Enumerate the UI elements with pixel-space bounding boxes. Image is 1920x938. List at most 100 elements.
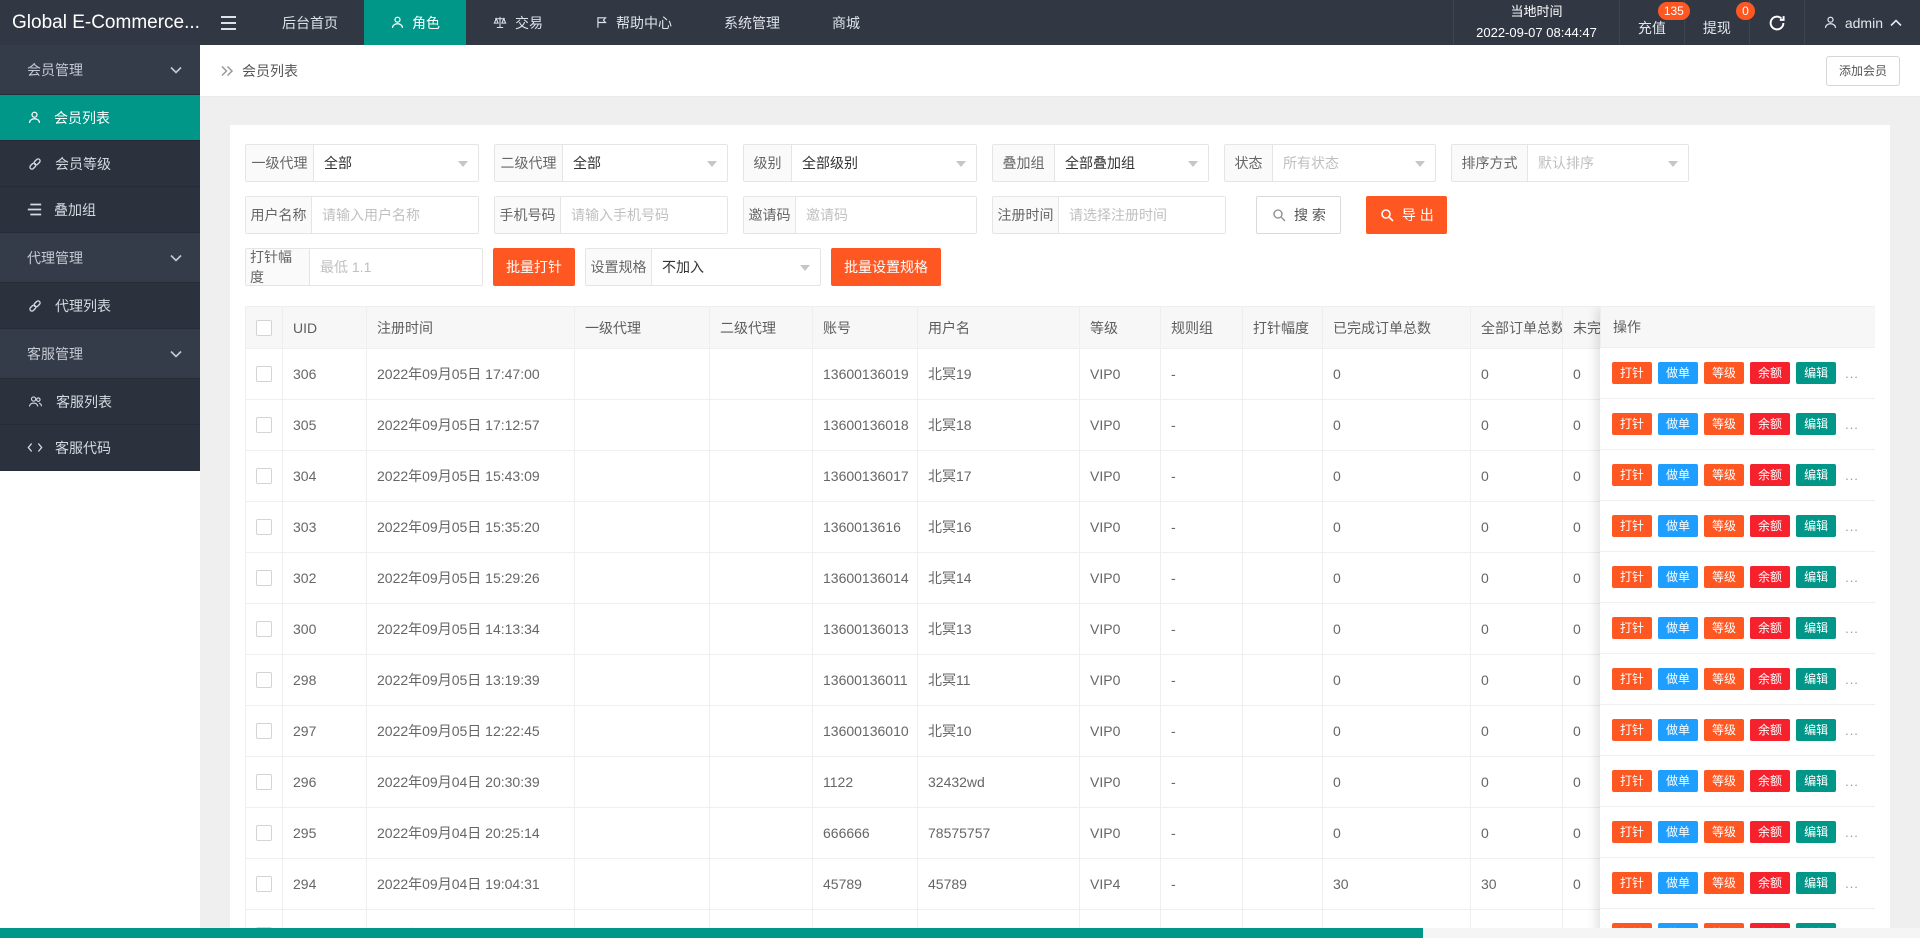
nav-item-system[interactable]: 系统管理	[698, 0, 806, 45]
filter-status-select[interactable]: 所有状态	[1273, 145, 1435, 181]
sidebar-item-member-level[interactable]: 会员等级	[0, 141, 200, 187]
edit-button[interactable]: 编辑	[1796, 362, 1837, 384]
more-actions-button[interactable]: ...	[1845, 672, 1859, 687]
inject-button[interactable]: 打针	[1612, 617, 1653, 639]
row-checkbox[interactable]	[256, 468, 272, 484]
inject-button[interactable]: 打针	[1612, 413, 1653, 435]
level-button[interactable]: 等级	[1704, 617, 1745, 639]
edit-button[interactable]: 编辑	[1796, 617, 1837, 639]
inject-button[interactable]: 打针	[1612, 872, 1653, 894]
make-order-button[interactable]: 做单	[1658, 770, 1699, 792]
edit-button[interactable]: 编辑	[1796, 515, 1837, 537]
row-checkbox[interactable]	[256, 876, 272, 892]
filter-sort-select[interactable]: 默认排序	[1528, 145, 1688, 181]
row-checkbox[interactable]	[256, 417, 272, 433]
row-checkbox[interactable]	[256, 621, 272, 637]
withdraw-button[interactable]: 提现 0	[1683, 0, 1755, 45]
filter-secondary-agent-select[interactable]: 全部	[563, 145, 727, 181]
edit-button[interactable]: 编辑	[1796, 566, 1837, 588]
level-button[interactable]: 等级	[1704, 464, 1745, 486]
horizontal-scrollbar-thumb[interactable]	[0, 928, 1423, 938]
level-button[interactable]: 等级	[1704, 719, 1745, 741]
sidebar-item-agent-list[interactable]: 代理列表	[0, 283, 200, 329]
more-actions-button[interactable]: ...	[1845, 366, 1859, 381]
search-button[interactable]: 搜 索	[1256, 196, 1341, 234]
row-checkbox[interactable]	[256, 519, 272, 535]
edit-button[interactable]: 编辑	[1796, 770, 1837, 792]
make-order-button[interactable]: 做单	[1658, 821, 1699, 843]
inject-amplitude-input[interactable]	[310, 249, 482, 285]
inject-button[interactable]: 打针	[1612, 770, 1653, 792]
inject-button[interactable]: 打针	[1612, 821, 1653, 843]
filter-phone-input[interactable]	[561, 197, 727, 233]
balance-button[interactable]: 余额	[1750, 566, 1791, 588]
inject-button[interactable]: 打针	[1612, 719, 1653, 741]
sidebar-group-service-management[interactable]: 客服管理	[0, 329, 200, 379]
more-actions-button[interactable]: ...	[1845, 723, 1859, 738]
add-member-button[interactable]: 添加会员	[1825, 55, 1900, 86]
recharge-button[interactable]: 充值 135	[1618, 0, 1690, 45]
row-checkbox[interactable]	[256, 672, 272, 688]
filter-primary-agent-select[interactable]: 全部	[314, 145, 478, 181]
nav-item-dashboard[interactable]: 后台首页	[256, 0, 364, 45]
inject-button[interactable]: 打针	[1612, 515, 1653, 537]
edit-button[interactable]: 编辑	[1796, 464, 1837, 486]
balance-button[interactable]: 余额	[1750, 872, 1791, 894]
level-button[interactable]: 等级	[1704, 413, 1745, 435]
edit-button[interactable]: 编辑	[1796, 413, 1837, 435]
refresh-button[interactable]	[1748, 0, 1804, 45]
user-menu[interactable]: admin	[1803, 0, 1920, 45]
sidebar-item-service-list[interactable]: 客服列表	[0, 379, 200, 425]
inject-button[interactable]: 打针	[1612, 566, 1653, 588]
make-order-button[interactable]: 做单	[1658, 872, 1699, 894]
balance-button[interactable]: 余额	[1750, 617, 1791, 639]
level-button[interactable]: 等级	[1704, 872, 1745, 894]
edit-button[interactable]: 编辑	[1796, 872, 1837, 894]
nav-item-trade[interactable]: 交易	[466, 0, 569, 45]
balance-button[interactable]: 余额	[1750, 668, 1791, 690]
make-order-button[interactable]: 做单	[1658, 719, 1699, 741]
more-actions-button[interactable]: ...	[1845, 621, 1859, 636]
select-all-checkbox[interactable]	[256, 319, 272, 336]
sidebar-item-service-code[interactable]: 客服代码	[0, 425, 200, 471]
row-checkbox[interactable]	[256, 825, 272, 841]
more-actions-button[interactable]: ...	[1845, 519, 1859, 534]
filter-level-select[interactable]: 全部级别	[792, 145, 976, 181]
balance-button[interactable]: 余额	[1750, 413, 1791, 435]
more-actions-button[interactable]: ...	[1845, 876, 1859, 891]
sidebar-group-agent-management[interactable]: 代理管理	[0, 233, 200, 283]
inject-button[interactable]: 打针	[1612, 464, 1653, 486]
filter-invite-code-input[interactable]	[796, 197, 976, 233]
balance-button[interactable]: 余额	[1750, 515, 1791, 537]
balance-button[interactable]: 余额	[1750, 821, 1791, 843]
more-actions-button[interactable]: ...	[1845, 825, 1859, 840]
sidebar-group-member-management[interactable]: 会员管理	[0, 45, 200, 95]
row-checkbox[interactable]	[256, 723, 272, 739]
more-actions-button[interactable]: ...	[1845, 468, 1859, 483]
spec-select[interactable]: 不加入	[652, 249, 820, 285]
make-order-button[interactable]: 做单	[1658, 515, 1699, 537]
sidebar-item-overlay-group[interactable]: 叠加组	[0, 187, 200, 233]
batch-spec-button[interactable]: 批量设置规格	[831, 248, 941, 286]
level-button[interactable]: 等级	[1704, 566, 1745, 588]
level-button[interactable]: 等级	[1704, 821, 1745, 843]
level-button[interactable]: 等级	[1704, 770, 1745, 792]
make-order-button[interactable]: 做单	[1658, 668, 1699, 690]
nav-item-help-center[interactable]: 帮助中心	[569, 0, 698, 45]
inject-button[interactable]: 打针	[1612, 668, 1653, 690]
nav-item-mall[interactable]: 商城	[806, 0, 886, 45]
balance-button[interactable]: 余额	[1750, 719, 1791, 741]
make-order-button[interactable]: 做单	[1658, 566, 1699, 588]
edit-button[interactable]: 编辑	[1796, 719, 1837, 741]
row-checkbox[interactable]	[256, 366, 272, 382]
level-button[interactable]: 等级	[1704, 515, 1745, 537]
more-actions-button[interactable]: ...	[1845, 774, 1859, 789]
make-order-button[interactable]: 做单	[1658, 617, 1699, 639]
export-button[interactable]: 导 出	[1365, 196, 1447, 234]
edit-button[interactable]: 编辑	[1796, 668, 1837, 690]
balance-button[interactable]: 余额	[1750, 464, 1791, 486]
filter-username-input[interactable]	[312, 197, 478, 233]
filter-overlay-group-select[interactable]: 全部叠加组	[1055, 145, 1208, 181]
sidebar-toggle-button[interactable]	[200, 0, 256, 45]
more-actions-button[interactable]: ...	[1845, 570, 1859, 585]
